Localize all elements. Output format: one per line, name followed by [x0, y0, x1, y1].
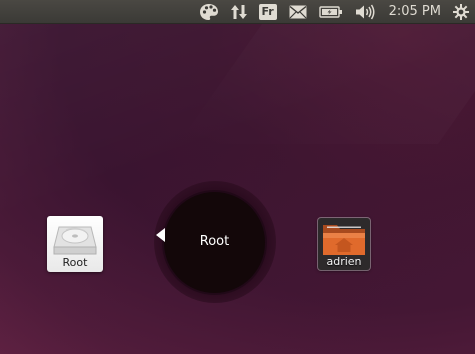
pie-menu-pointer: [156, 228, 165, 242]
clock[interactable]: 2:05 PM: [389, 4, 441, 19]
home-folder-icon: [323, 225, 365, 255]
network-transfer-icon: [230, 4, 247, 19]
adrien-folder-label: adrien: [326, 255, 362, 268]
pie-menu-label: Root: [199, 234, 230, 249]
battery-icon: [318, 5, 342, 18]
harddisk-icon: [53, 226, 97, 255]
volume-icon: [355, 4, 375, 19]
palette-icon: [199, 3, 218, 20]
pie-menu-center[interactable]: Root: [164, 192, 265, 293]
wallpaper-highlight: [177, 24, 475, 144]
messaging-indicator[interactable]: [289, 0, 307, 24]
battery-indicator[interactable]: [318, 0, 343, 24]
adrien-folder-item[interactable]: adrien: [318, 218, 370, 270]
palette-indicator[interactable]: [199, 0, 219, 24]
mail-icon: [289, 5, 307, 18]
power-gear-icon: [453, 3, 469, 20]
top-panel: Fr 2:05 PM: [0, 0, 475, 24]
keyboard-layout-label: Fr: [258, 3, 277, 20]
session-menu[interactable]: [453, 0, 469, 24]
sound-indicator[interactable]: [355, 0, 375, 24]
root-drive-item[interactable]: Root: [47, 216, 103, 272]
network-indicator[interactable]: [230, 0, 247, 24]
root-drive-label: Root: [62, 256, 88, 269]
keyboard-layout-indicator[interactable]: Fr: [258, 0, 277, 24]
